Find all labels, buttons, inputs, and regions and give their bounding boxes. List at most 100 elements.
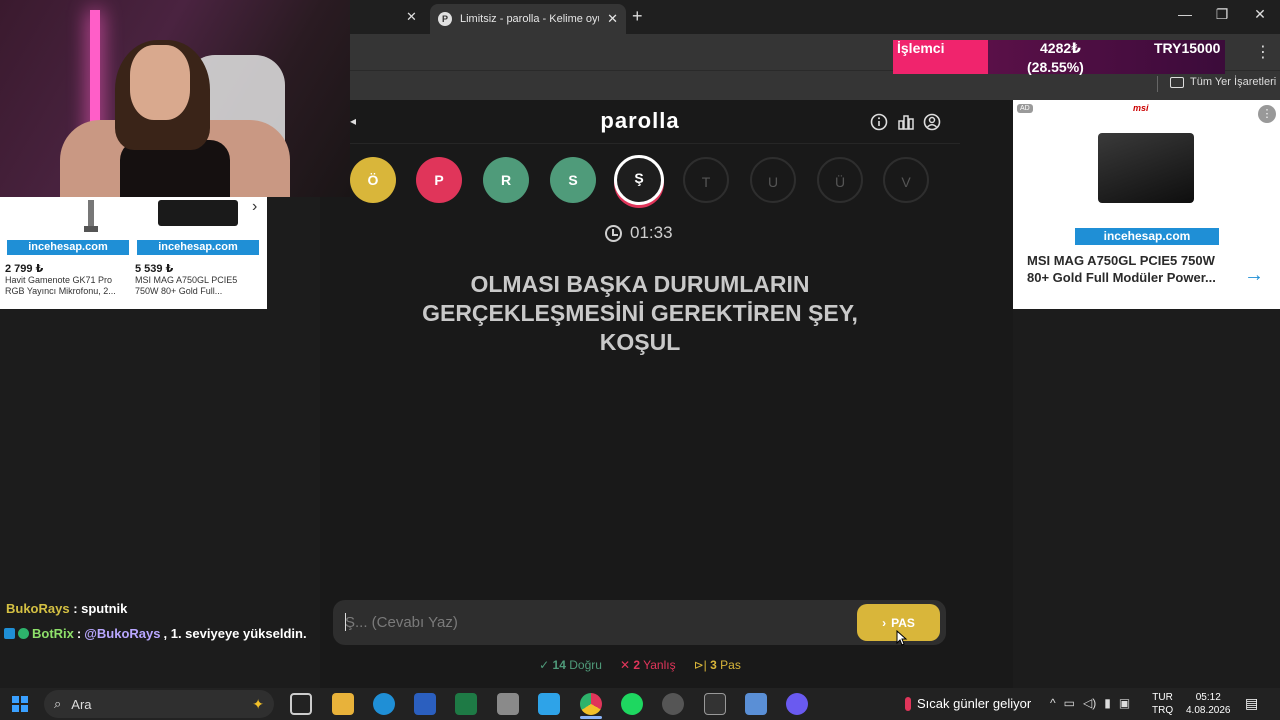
chat-text: sputnik <box>81 601 128 616</box>
arrow-right-icon[interactable]: → <box>1244 264 1264 287</box>
chevron-up-icon[interactable]: ^ <box>1050 696 1056 710</box>
store-logo: incehesap.com <box>1075 228 1219 245</box>
chrome-icon[interactable] <box>580 693 602 715</box>
product-name[interactable]: Havit Gamenote GK71 Pro RGB Yayıncı Mikr… <box>5 275 130 297</box>
active-app-indicator <box>580 716 602 719</box>
weather-text: Sıcak günler geliyor <box>917 696 1032 711</box>
speaker-icon[interactable]: ◁) <box>1083 696 1096 710</box>
spotify-icon[interactable] <box>621 693 643 715</box>
product-name[interactable]: MSI MAG A750GL PCIE5 750W 80+ Gold Full.… <box>135 275 260 297</box>
goal-value: 4282₺ <box>1040 40 1081 56</box>
maximize-button[interactable]: ❐ <box>1207 6 1237 23</box>
store-app-icon[interactable] <box>538 693 560 715</box>
notification-icon[interactable]: ▤ <box>1245 695 1258 712</box>
network-icon[interactable]: ▣ <box>1119 696 1130 710</box>
chevron-right-icon: › <box>882 615 887 630</box>
chevron-right-icon[interactable]: › <box>252 198 257 216</box>
browser-menu-icon[interactable]: ⋮ <box>1255 42 1271 62</box>
folder-icon <box>1170 76 1184 88</box>
letter-circle-active: Ş <box>614 155 664 205</box>
store-logo: incehesap.com <box>137 240 259 255</box>
mouse-cursor-icon <box>896 630 908 646</box>
calculator-icon[interactable] <box>497 693 519 715</box>
chat-mention: @BukoRays <box>84 626 161 641</box>
goal-target: TRY15000 <box>1154 40 1221 56</box>
taskbar-clock[interactable]: 05:12 4.08.2026 <box>1186 691 1231 717</box>
correct-stat: ✓ 14 Doğru <box>539 658 602 672</box>
battery-icon[interactable]: ▭ <box>1064 696 1075 710</box>
letter-circle-empty: V <box>883 157 929 203</box>
chat-message: BotRix : @BukoRays, 1. seviyeye yükseldi… <box>4 626 307 641</box>
search-icon: ⌕ <box>54 696 62 711</box>
chat-username: BukoRays <box>6 601 70 616</box>
all-bookmarks-button[interactable]: Tüm Yer İşaretleri <box>1170 76 1276 88</box>
goal-label: İşlemci <box>897 40 945 56</box>
tab-title: Limitsiz - parolla - Kelime oyunu <box>460 13 599 25</box>
answer-input[interactable] <box>345 610 845 634</box>
product-price: 5 539 ₺ <box>135 263 174 275</box>
file-explorer-icon[interactable] <box>332 693 354 715</box>
letter-circle-pass: Ö <box>350 157 396 203</box>
thermometer-icon <box>905 696 911 711</box>
wrong-stat: ✕ 2 Yanlış <box>619 658 676 672</box>
chat-message: BukoRays : sputnik <box>6 601 128 616</box>
goal-percent: (28.55%) <box>1027 59 1084 75</box>
stats-chart-icon[interactable] <box>897 113 915 131</box>
letter-circle-correct: R <box>483 157 529 203</box>
new-tab-button[interactable]: + <box>632 6 643 27</box>
letter-circle-empty: U <box>750 157 796 203</box>
sparkle-icon: ✦ <box>252 695 264 712</box>
excel-icon[interactable] <box>455 693 477 715</box>
ad-badge: AD <box>1017 104 1033 113</box>
verified-badge-icon <box>18 628 29 639</box>
discord-icon[interactable] <box>786 693 808 715</box>
streamer-face <box>130 45 190 120</box>
text-caret <box>345 613 346 631</box>
pass-button-label: PAS <box>891 615 915 630</box>
taskbar-search[interactable]: ⌕ Ara ✦ <box>44 690 274 718</box>
msi-logo: msi <box>1133 103 1149 113</box>
microphone-product-image <box>84 200 98 232</box>
tab-close-button[interactable]: ✕ <box>406 9 417 25</box>
countdown-timer: 01:33 <box>605 223 673 243</box>
clock-time: 05:12 <box>1195 692 1221 703</box>
tab-close-icon[interactable]: ✕ <box>607 11 618 27</box>
close-window-button[interactable]: ✕ <box>1245 6 1275 23</box>
language-indicator[interactable]: TUR TRQ <box>1152 691 1173 717</box>
store-logo: incehesap.com <box>7 240 129 255</box>
chat-text: , 1. seviyeye yükseldin. <box>163 626 307 641</box>
parolla-logo[interactable]: parolla <box>540 108 740 134</box>
info-icon[interactable] <box>870 113 888 131</box>
timer-value: 01:33 <box>630 223 673 242</box>
score-stats: ✓ 14 Doğru ✕ 2 Yanlış ⊳| 3 Pas <box>320 658 960 672</box>
weather-widget[interactable]: Sıcak günler geliyor <box>905 696 1031 711</box>
letter-circle-wrong: P <box>416 157 462 203</box>
minimize-button[interactable]: — <box>1170 6 1200 22</box>
ad-product-title[interactable]: MSI MAG A750GL PCIE5 750W 80+ Gold Full … <box>1027 252 1227 286</box>
task-view-icon[interactable] <box>290 693 312 715</box>
pass-stat: ⊳| 3 Pas <box>693 658 741 672</box>
windows-start-icon[interactable] <box>12 696 28 712</box>
chevron-left-icon[interactable]: ◂ <box>350 114 356 128</box>
badge-icon <box>4 628 15 639</box>
edge-icon[interactable] <box>373 693 395 715</box>
psu-product-image-small <box>158 200 238 226</box>
system-tray[interactable]: ^ ▭ ◁) ▮ ▣ <box>1050 696 1130 710</box>
search-label: Ara <box>71 696 92 712</box>
webcam-overlay <box>0 0 350 197</box>
product-price: 2 799 ₺ <box>5 263 44 275</box>
ad-options-icon[interactable]: ⋮ <box>1258 105 1276 123</box>
mic-icon[interactable]: ▮ <box>1104 696 1111 710</box>
letter-circle-empty: T <box>683 157 729 203</box>
app-icon[interactable] <box>745 693 767 715</box>
parolla-favicon-icon: P <box>438 12 452 26</box>
question-text: OLMASI BAŞKA DURUMLARIN GERÇEKLEŞMESİNİ … <box>422 271 858 355</box>
psu-product-image <box>1098 133 1194 203</box>
terminal-icon[interactable] <box>704 693 726 715</box>
browser-tab-active[interactable]: P Limitsiz - parolla - Kelime oyunu ✕ <box>430 4 626 34</box>
word-icon[interactable] <box>414 693 436 715</box>
obs-icon[interactable] <box>662 693 684 715</box>
bookmarks-separator <box>1157 76 1158 92</box>
letter-circle-correct: S <box>550 157 596 203</box>
user-profile-icon[interactable] <box>923 113 941 131</box>
